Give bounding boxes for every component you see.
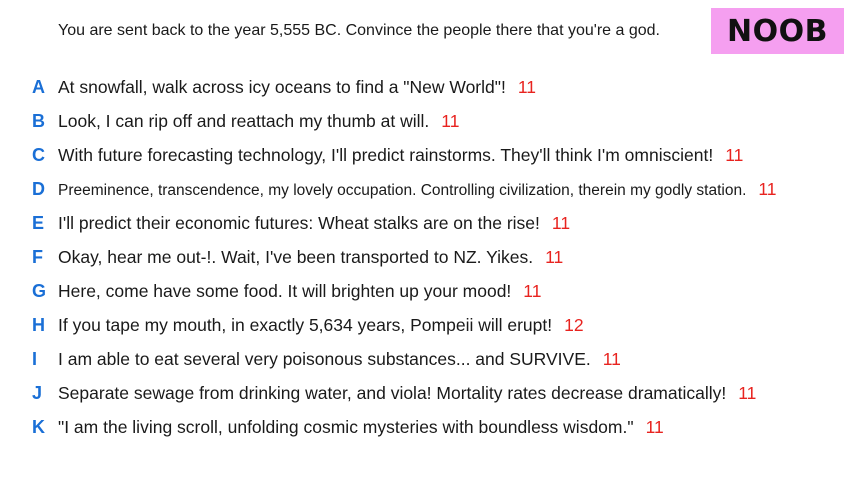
option-letter: H (32, 314, 45, 335)
option-score: 11 (725, 144, 744, 165)
option-score: 11 (645, 416, 664, 437)
option-text-content: Look, I can rip off and reattach my thum… (58, 110, 430, 131)
option-score: 11 (758, 178, 777, 199)
option-text-content: Here, come have some food. It will brigh… (58, 280, 512, 301)
option-text: Here, come have some food. It will brigh… (58, 281, 541, 302)
answer-list: A At snowfall, walk across icy oceans to… (0, 70, 853, 444)
rank-badge: NOOB (711, 8, 844, 54)
option-score: 11 (602, 348, 621, 369)
option-letter: B (32, 110, 45, 131)
answer-option-c[interactable]: C With future forecasting technology, I'… (0, 138, 853, 172)
option-text-content: "I am the living scroll, unfolding cosmi… (58, 416, 634, 437)
option-text-content: Preeminence, transcendence, my lovely oc… (58, 181, 747, 199)
option-text-content: If you tape my mouth, in exactly 5,634 y… (58, 314, 553, 335)
option-letter: A (32, 76, 45, 97)
answer-option-b[interactable]: B Look, I can rip off and reattach my th… (0, 104, 853, 138)
option-text-content: I am able to eat several very poisonous … (58, 348, 591, 369)
rank-badge-label: NOOB (727, 13, 828, 49)
option-letter: F (32, 246, 43, 267)
option-letter: G (32, 280, 47, 301)
answer-option-i[interactable]: I I am able to eat several very poisonou… (0, 342, 853, 376)
option-score: 11 (545, 246, 564, 267)
answer-option-k[interactable]: K "I am the living scroll, unfolding cos… (0, 410, 853, 444)
prompt-text: You are sent back to the year 5,555 BC. … (58, 22, 660, 39)
option-score: 11 (551, 212, 571, 233)
option-score: 11 (523, 280, 542, 301)
option-letter: J (32, 382, 43, 403)
option-letter: E (32, 212, 45, 233)
option-letter: C (32, 144, 45, 165)
option-text-content: At snowfall, walk across icy oceans to f… (58, 76, 506, 97)
option-letter: D (32, 178, 45, 199)
option-text-content: With future forecasting technology, I'll… (58, 144, 714, 165)
answer-option-a[interactable]: A At snowfall, walk across icy oceans to… (0, 70, 853, 104)
answer-option-e[interactable]: E I'll predict their economic futures: W… (0, 206, 853, 240)
option-letter: K (32, 416, 45, 437)
option-text: I'll predict their economic futures: Whe… (58, 213, 570, 234)
answer-option-j[interactable]: J Separate sewage from drinking water, a… (0, 376, 853, 410)
answer-option-d[interactable]: D Preeminence, transcendence, my lovely … (0, 172, 853, 206)
answer-option-h[interactable]: H If you tape my mouth, in exactly 5,634… (0, 308, 853, 342)
option-text-content: Okay, hear me out-!. Wait, I've been tra… (58, 246, 534, 267)
option-text: "I am the living scroll, unfolding cosmi… (58, 417, 664, 438)
option-text-content: Separate sewage from drinking water, and… (58, 382, 727, 403)
option-letter: I (32, 348, 38, 369)
answer-option-f[interactable]: F Okay, hear me out-!. Wait, I've been t… (0, 240, 853, 274)
option-score: 11 (738, 382, 757, 403)
option-score: 11 (441, 110, 460, 131)
option-text: I am able to eat several very poisonous … (58, 349, 621, 370)
option-text: Look, I can rip off and reattach my thum… (58, 111, 459, 132)
option-text: If you tape my mouth, in exactly 5,634 y… (58, 315, 584, 336)
option-text-content: I'll predict their economic futures: Whe… (58, 212, 540, 233)
option-text: At snowfall, walk across icy oceans to f… (58, 77, 536, 98)
option-text: Okay, hear me out-!. Wait, I've been tra… (58, 247, 563, 268)
option-text: With future forecasting technology, I'll… (58, 145, 743, 166)
option-score: 12 (564, 314, 584, 335)
option-score: 11 (517, 76, 537, 97)
option-text: Separate sewage from drinking water, and… (58, 383, 756, 404)
answer-option-g[interactable]: G Here, come have some food. It will bri… (0, 274, 853, 308)
option-text: Preeminence, transcendence, my lovely oc… (58, 179, 777, 200)
